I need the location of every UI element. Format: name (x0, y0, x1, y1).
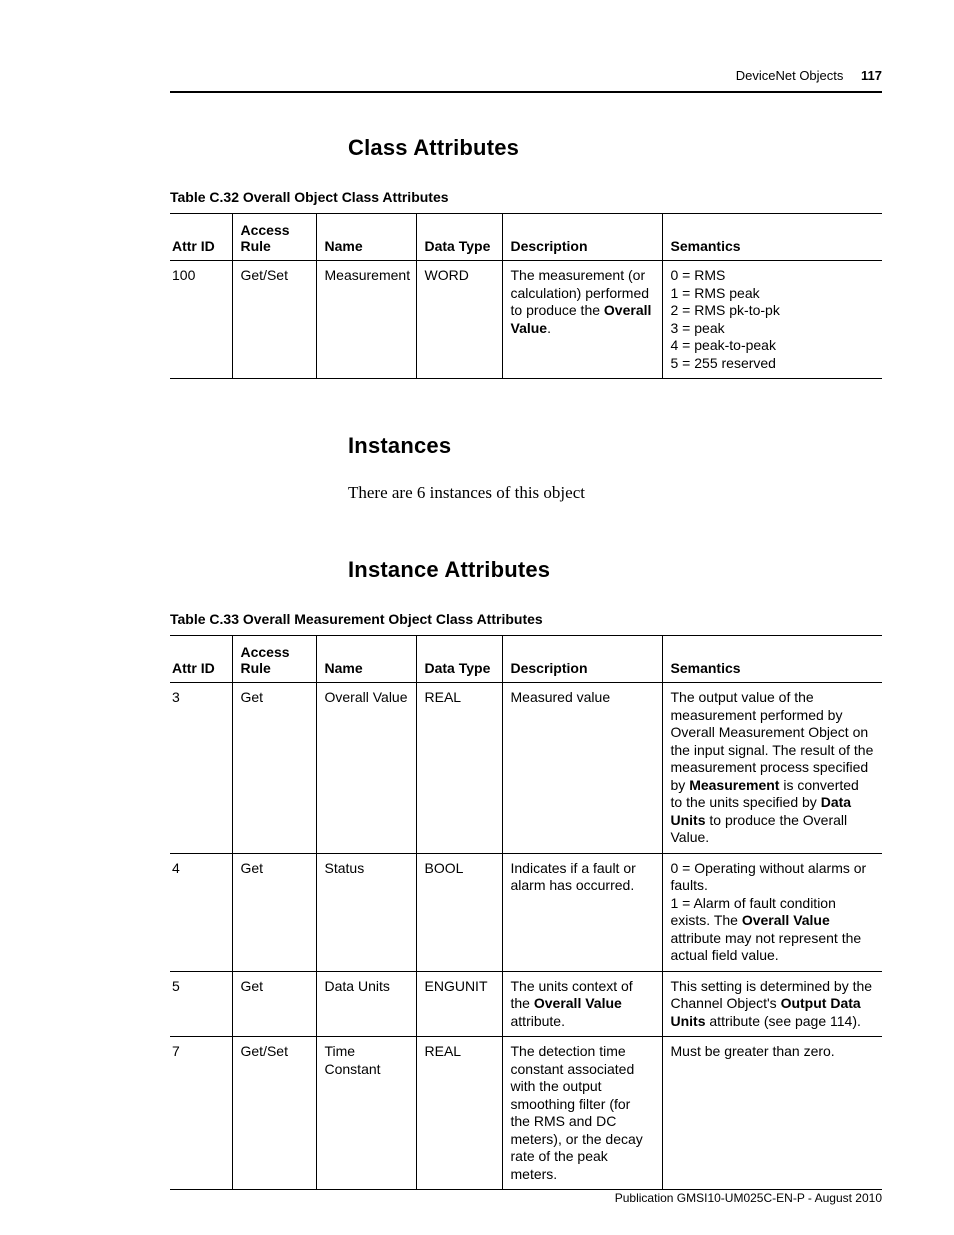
col-name: Name (316, 636, 416, 683)
cell-id: 7 (170, 1037, 232, 1190)
heading-class-attributes: Class Attributes (348, 135, 882, 161)
cell-name: Status (316, 853, 416, 971)
cell-rule: Get (232, 971, 316, 1037)
cell-id: 5 (170, 971, 232, 1037)
cell-dtype: BOOL (416, 853, 502, 971)
col-description: Description (502, 214, 662, 261)
col-attr-id: Attr ID (170, 636, 232, 683)
col-name: Name (316, 214, 416, 261)
cell-sem: This setting is determined by the Channe… (662, 971, 882, 1037)
col-data-type: Data Type (416, 214, 502, 261)
table-caption-c32: Table C.32 Overall Object Class Attribut… (170, 189, 882, 205)
cell-dtype: REAL (416, 1037, 502, 1190)
cell-sem: 0 = RMS 1 = RMS peak 2 = RMS pk-to-pk 3 … (662, 261, 882, 379)
table-row: 7 Get/Set Time Constant REAL The detecti… (170, 1037, 882, 1190)
section-label: DeviceNet Objects (736, 68, 844, 83)
cell-sem: The output value of the measurement perf… (662, 683, 882, 854)
cell-rule: Get (232, 853, 316, 971)
table-row: 4 Get Status BOOL Indicates if a fault o… (170, 853, 882, 971)
col-attr-id: Attr ID (170, 214, 232, 261)
cell-desc: The detection time constant associated w… (502, 1037, 662, 1190)
cell-desc: Indicates if a fault or alarm has occurr… (502, 853, 662, 971)
cell-rule: Get/Set (232, 261, 316, 379)
col-description: Description (502, 636, 662, 683)
cell-name: Time Constant (316, 1037, 416, 1190)
col-access-rule: Access Rule (232, 214, 316, 261)
heading-instance-attributes: Instance Attributes (348, 557, 882, 583)
footer-publication: Publication GMSI10-UM025C-EN-P - August … (615, 1191, 882, 1205)
cell-desc: The measurement (or calculation) perform… (502, 261, 662, 379)
table-header-row: Attr ID Access Rule Name Data Type Descr… (170, 214, 882, 261)
col-data-type: Data Type (416, 636, 502, 683)
col-semantics: Semantics (662, 214, 882, 261)
cell-sem: Must be greater than zero. (662, 1037, 882, 1190)
heading-instances: Instances (348, 433, 882, 459)
cell-desc: Measured value (502, 683, 662, 854)
col-semantics: Semantics (662, 636, 882, 683)
header-rule (170, 91, 882, 93)
cell-name: Overall Value (316, 683, 416, 854)
cell-id: 100 (170, 261, 232, 379)
table-row: 5 Get Data Units ENGUNIT The units conte… (170, 971, 882, 1037)
col-access-rule: Access Rule (232, 636, 316, 683)
cell-rule: Get/Set (232, 1037, 316, 1190)
table-instance-attributes: Attr ID Access Rule Name Data Type Descr… (170, 635, 882, 1190)
running-header: DeviceNet Objects 117 (170, 68, 882, 83)
cell-id: 4 (170, 853, 232, 971)
cell-rule: Get (232, 683, 316, 854)
cell-name: Data Units (316, 971, 416, 1037)
page-number: 117 (861, 68, 882, 83)
table-row: 100 Get/Set Measurement WORD The measure… (170, 261, 882, 379)
table-class-attributes: Attr ID Access Rule Name Data Type Descr… (170, 213, 882, 379)
cell-id: 3 (170, 683, 232, 854)
cell-dtype: WORD (416, 261, 502, 379)
instances-body: There are 6 instances of this object (348, 483, 882, 503)
table-caption-c33: Table C.33 Overall Measurement Object Cl… (170, 611, 882, 627)
table-header-row: Attr ID Access Rule Name Data Type Descr… (170, 636, 882, 683)
table-row: 3 Get Overall Value REAL Measured value … (170, 683, 882, 854)
cell-dtype: REAL (416, 683, 502, 854)
cell-sem: 0 = Operating without alarms or faults. … (662, 853, 882, 971)
cell-desc: The units context of the Overall Value a… (502, 971, 662, 1037)
cell-dtype: ENGUNIT (416, 971, 502, 1037)
cell-name: Measurement (316, 261, 416, 379)
